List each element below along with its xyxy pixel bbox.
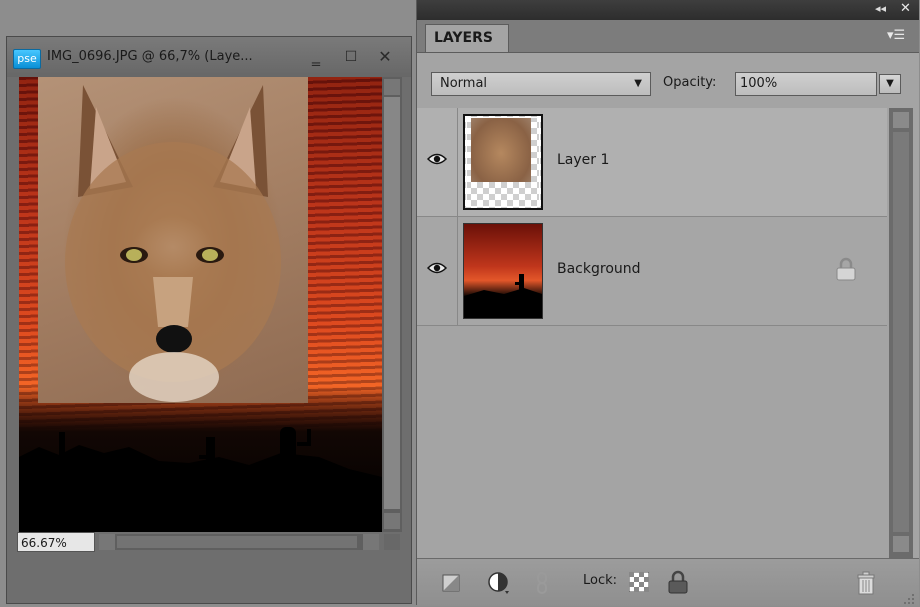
document-window: pse IMG_0696.JPG @ 66,7% (Laye... ‗ ☐ ✕	[6, 36, 412, 604]
new-layer-icon[interactable]	[441, 573, 461, 593]
visibility-toggle[interactable]	[417, 217, 458, 325]
image-canvas[interactable]	[19, 77, 382, 532]
collapse-panel-icon[interactable]: ◂◂	[875, 2, 886, 15]
panel-header-bar: ◂◂ ✕	[417, 0, 919, 20]
resize-grip-icon[interactable]	[903, 593, 915, 605]
layer-row[interactable]: Layer 1	[417, 108, 887, 217]
layers-scrollbar[interactable]	[889, 108, 913, 558]
pse-app-icon: pse	[13, 49, 41, 69]
panel-close-button[interactable]: ✕	[900, 1, 911, 16]
scroll-thumb[interactable]	[384, 97, 400, 509]
opacity-dropdown-button[interactable]: ▼	[879, 74, 901, 94]
zoom-level-field[interactable]: 66.67%	[17, 532, 95, 552]
layer-name[interactable]: Background	[557, 261, 641, 277]
chevron-down-icon: ▼	[634, 78, 642, 89]
layers-panel: ◂◂ ✕ LAYERS ▾☰ Normal ▼ Opacity: 100% ▼ …	[416, 0, 919, 606]
scroll-up-arrow[interactable]	[384, 79, 400, 95]
visibility-toggle[interactable]	[417, 108, 458, 216]
resize-grip-icon[interactable]	[384, 534, 400, 550]
coyote-thumbnail-image	[471, 118, 531, 182]
panel-tab-bar: LAYERS ▾☰	[417, 20, 919, 53]
lock-icon[interactable]	[667, 570, 689, 594]
lock-label: Lock:	[583, 573, 618, 588]
scroll-down-arrow[interactable]	[893, 536, 909, 552]
sunset-thumbnail-image	[464, 274, 542, 318]
layers-list: Layer 1 Background	[417, 108, 887, 558]
layer-thumbnail	[463, 114, 543, 210]
scroll-down-arrow[interactable]	[384, 513, 400, 529]
eye-icon	[427, 262, 447, 274]
tab-layers[interactable]: LAYERS	[425, 24, 509, 52]
document-titlebar[interactable]: pse IMG_0696.JPG @ 66,7% (Laye... ‗ ☐ ✕	[7, 37, 411, 77]
scroll-thumb[interactable]	[893, 132, 909, 532]
minimize-button[interactable]: ‗	[304, 45, 328, 69]
opacity-label: Opacity:	[663, 75, 717, 90]
blend-mode-dropdown[interactable]: Normal ▼	[431, 72, 651, 96]
trash-icon[interactable]	[855, 571, 877, 595]
scroll-right-arrow[interactable]	[363, 534, 379, 550]
panel-bottom-toolbar: Lock:	[417, 558, 919, 606]
layer-row[interactable]: Background	[417, 217, 887, 326]
document-title: IMG_0696.JPG @ 66,7% (Laye...	[47, 49, 253, 64]
lock-icon[interactable]	[835, 257, 857, 281]
coyote-image-layer[interactable]	[38, 77, 308, 403]
layer-name[interactable]: Layer 1	[557, 152, 609, 168]
adjustment-layer-icon[interactable]	[487, 571, 511, 595]
coyote-face-image	[65, 85, 281, 402]
opacity-input[interactable]: 100%	[735, 72, 877, 96]
scroll-left-arrow[interactable]	[99, 534, 115, 550]
vertical-scrollbar[interactable]	[382, 77, 402, 532]
layer-thumbnail	[463, 223, 543, 319]
close-button[interactable]: ✕	[373, 45, 397, 69]
checkerboard-icon[interactable]	[629, 572, 649, 592]
panel-menu-icon[interactable]: ▾☰	[887, 28, 905, 43]
eye-icon	[427, 153, 447, 165]
link-icon[interactable]	[535, 571, 549, 595]
horizontal-scrollbar[interactable]	[99, 534, 379, 550]
blend-mode-value: Normal	[440, 76, 488, 91]
maximize-button[interactable]: ☐	[339, 45, 363, 69]
scroll-up-arrow[interactable]	[893, 112, 909, 128]
scroll-thumb[interactable]	[117, 536, 357, 548]
cactus-silhouette-image	[19, 427, 382, 532]
